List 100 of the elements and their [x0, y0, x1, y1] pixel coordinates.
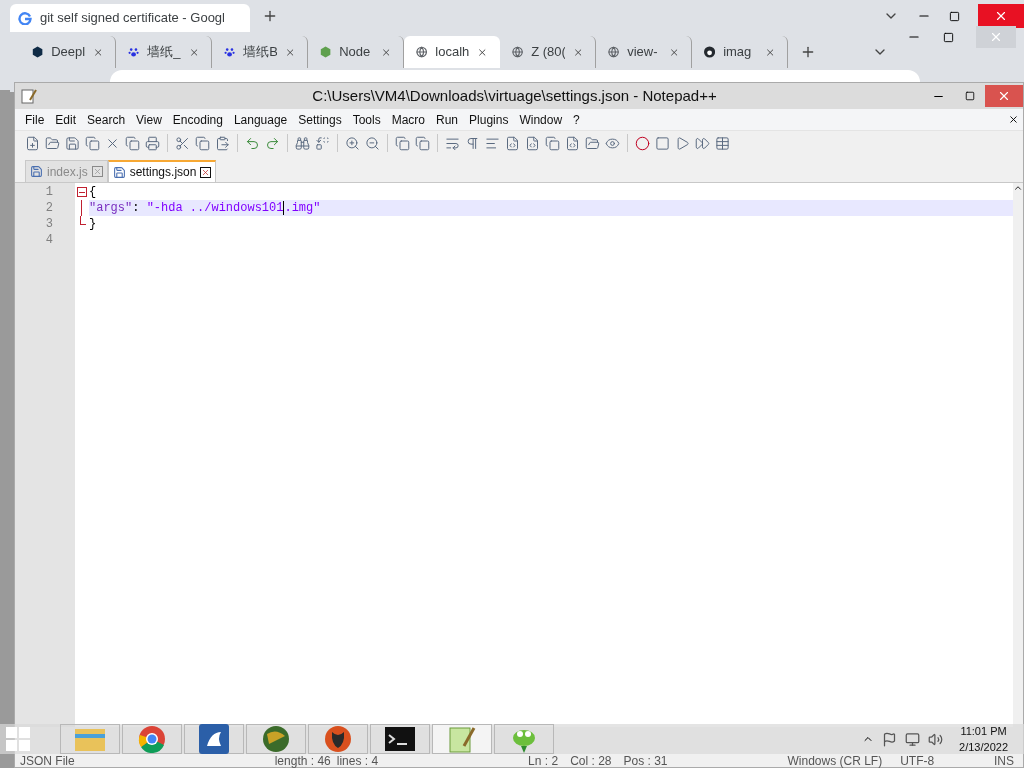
globe-icon — [416, 45, 428, 59]
fast-forward-icon[interactable] — [695, 135, 710, 151]
menu-item[interactable]: Edit — [55, 110, 77, 129]
maximize-icon[interactable] — [949, 10, 960, 22]
folder-icon[interactable] — [45, 135, 60, 151]
menu-item[interactable]: Settings — [298, 110, 342, 129]
undo-icon[interactable] — [245, 135, 260, 151]
maximize-icon[interactable] — [965, 91, 975, 101]
close-icon — [989, 30, 1003, 44]
zoom-out-icon[interactable] — [365, 135, 380, 151]
menu-item[interactable]: Plugins — [469, 110, 509, 129]
menu-item[interactable]: View — [136, 110, 162, 129]
eye-icon[interactable] — [605, 135, 620, 151]
folder-icon — [74, 726, 106, 752]
line-number: 4 — [44, 232, 54, 248]
flag-icon[interactable] — [882, 731, 898, 747]
browser-tab[interactable]: localh — [404, 36, 500, 68]
code-text: { — [89, 184, 97, 201]
redo-icon[interactable] — [265, 135, 280, 151]
status-text: Windows (CR LF) — [787, 753, 883, 768]
status-text: UTF-8 — [900, 753, 935, 768]
code-text: "-hda ../windows101 — [146, 200, 284, 217]
status-text: Col : 28 — [570, 753, 612, 768]
tab-title: 墙纸_ — [147, 43, 181, 62]
paw-icon — [224, 45, 236, 59]
close-icon[interactable] — [200, 166, 212, 178]
indent-guide-icon[interactable] — [485, 135, 500, 151]
printer-icon[interactable] — [145, 135, 160, 151]
documents-icon[interactable] — [125, 135, 140, 151]
status-text: lines : 4 — [336, 753, 379, 768]
record-icon[interactable] — [635, 135, 650, 151]
pages-icon[interactable] — [545, 135, 560, 151]
notepad-icon — [448, 724, 476, 754]
tab-title: Deepl — [51, 43, 85, 62]
fold-end-line — [80, 216, 86, 225]
paw-icon — [128, 45, 140, 59]
close-button[interactable] — [978, 4, 1024, 28]
binoculars-icon[interactable] — [295, 135, 310, 151]
tab-title: index.js — [47, 163, 88, 181]
scissors-icon[interactable] — [175, 135, 190, 151]
clock-date[interactable]: 2/13/2022 — [959, 739, 1008, 756]
wrap-icon[interactable] — [445, 135, 460, 151]
menu-item[interactable]: ? — [573, 110, 580, 129]
new-tab-icon[interactable] — [800, 44, 816, 60]
paste-icon[interactable] — [215, 135, 230, 151]
browser-tab[interactable]: imag — [692, 36, 788, 68]
zoom-in-icon[interactable] — [345, 135, 360, 151]
fold-box-icon[interactable] — [77, 187, 87, 197]
maximize-icon[interactable] — [943, 31, 954, 43]
new-tab-icon[interactable] — [262, 8, 278, 24]
play-icon[interactable] — [675, 135, 690, 151]
scrollbar[interactable] — [1013, 183, 1023, 727]
document-icon[interactable] — [505, 135, 520, 151]
tab-title: Node — [339, 43, 372, 62]
close-icon[interactable] — [1008, 114, 1019, 125]
save-icon[interactable] — [65, 135, 80, 151]
cat-icon — [704, 45, 716, 59]
globe-icon — [512, 45, 524, 59]
code-editor[interactable]: 1 2 3 4 { "args": "-hda ../windows101.img" } — [15, 183, 1023, 727]
status-text: JSON File — [20, 753, 75, 768]
stop-icon[interactable] — [655, 135, 670, 151]
status-text: Ln : 2 — [528, 753, 559, 768]
taskbar-app-button[interactable] — [184, 724, 244, 754]
menu-item[interactable]: Macro — [391, 110, 425, 129]
scroll-up-icon[interactable] — [1013, 183, 1023, 193]
menu-item[interactable]: Tools — [352, 110, 381, 129]
browser-tab[interactable]: Deepl — [20, 36, 116, 68]
menu-item[interactable]: Language — [233, 110, 288, 129]
browser-tab[interactable]: 墙纸_ — [116, 36, 212, 68]
windows-icon[interactable] — [395, 135, 410, 151]
menu-item[interactable]: Search — [87, 110, 126, 129]
table-icon[interactable] — [715, 135, 730, 151]
terminal-icon — [385, 727, 415, 751]
speaker-icon[interactable] — [928, 731, 944, 747]
menu-item[interactable]: File — [25, 110, 45, 129]
menu-item[interactable]: Run — [436, 110, 459, 129]
save-all-icon[interactable] — [85, 135, 100, 151]
status-text: INS — [994, 753, 1014, 768]
taskbar-app-button[interactable] — [308, 724, 368, 754]
replace-icon[interactable] — [315, 135, 330, 151]
status-text: length : 46 — [274, 753, 331, 768]
globe-icon — [608, 45, 620, 59]
windows-icon[interactable] — [415, 135, 430, 151]
taskbar-app-button[interactable] — [370, 724, 430, 754]
menu-item[interactable]: Window — [519, 110, 563, 129]
pilcrow-icon[interactable] — [465, 135, 480, 151]
google-logo — [18, 11, 32, 25]
browser-tab[interactable]: git self signed certificate - Googl — [10, 4, 250, 32]
copy-icon[interactable] — [195, 135, 210, 151]
menu-item[interactable]: Encoding — [172, 110, 223, 129]
folder-icon[interactable] — [585, 135, 600, 151]
file-tab[interactable]: settings.json — [107, 160, 217, 182]
fold-line — [80, 200, 82, 216]
browser-tab[interactable]: view- — [596, 36, 692, 68]
network-icon[interactable] — [905, 731, 921, 747]
browser-tab[interactable]: 墙纸B — [212, 36, 308, 68]
code-text: .img" — [284, 200, 321, 217]
fox-icon — [323, 724, 353, 754]
new-file-icon[interactable] — [25, 135, 40, 151]
code-text: "args" — [89, 200, 133, 217]
